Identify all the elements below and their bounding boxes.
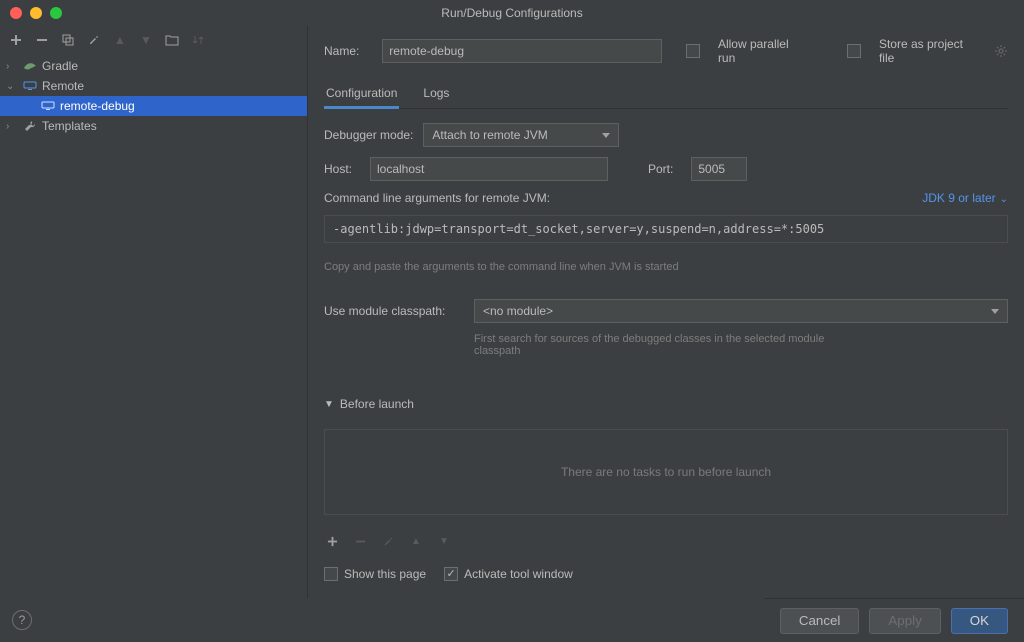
move-up-button[interactable]: ▲ [112,32,128,48]
chevron-down-icon: ⌄ [1000,194,1008,205]
debugger-mode-label: Debugger mode: [324,128,413,142]
activate-tool-checkbox[interactable] [444,567,458,581]
module-label: Use module classpath: [324,304,464,318]
module-value: <no module> [483,304,553,318]
remote-icon [22,78,38,94]
allow-parallel-checkbox[interactable] [686,44,700,58]
task-add-button[interactable] [324,533,340,549]
allow-parallel-label: Allow parallel run [718,37,806,65]
tree-item-remote-debug[interactable]: remote-debug [0,96,307,116]
window-minimize-button[interactable] [30,7,42,19]
ok-button[interactable]: OK [951,608,1008,634]
edit-config-button[interactable] [86,32,102,48]
tree-item-label: Templates [42,119,97,133]
config-tree: › Gradle ⌄ Remote r [0,54,307,598]
chevron-down-icon: ⌄ [6,81,18,92]
activate-tool-label: Activate tool window [464,567,573,581]
before-launch-list: There are no tasks to run before launch [324,429,1008,515]
main-panel: Name: Allow parallel run Store as projec… [308,26,1024,598]
cmdline-hint: Copy and paste the arguments to the comm… [324,261,1008,273]
jdk-version-text: JDK 9 or later [922,191,995,205]
gear-icon[interactable] [994,44,1008,58]
host-label: Host: [324,162,360,176]
apply-button[interactable]: Apply [869,608,940,634]
name-input[interactable] [382,39,662,63]
port-label: Port: [648,162,673,176]
module-hint: First search for sources of the debugged… [474,333,834,357]
debugger-mode-value: Attach to remote JVM [432,128,547,142]
show-page-label: Show this page [344,567,426,581]
move-down-button[interactable]: ▼ [138,32,154,48]
store-file-label: Store as project file [879,37,978,65]
titlebar: Run/Debug Configurations [0,0,1024,26]
cancel-button[interactable]: Cancel [780,608,860,634]
tree-item-templates[interactable]: › Templates [0,116,307,136]
remove-config-button[interactable] [34,32,50,48]
window-close-button[interactable] [10,7,22,19]
tree-item-gradle[interactable]: › Gradle [0,56,307,76]
gradle-icon [22,58,38,74]
debugger-mode-select[interactable]: Attach to remote JVM [423,123,619,147]
show-page-checkbox[interactable] [324,567,338,581]
tree-item-label: Remote [42,79,84,93]
add-config-button[interactable] [8,32,24,48]
module-select[interactable]: <no module> [474,299,1008,323]
tabs: Configuration Logs [324,80,1008,109]
chevron-right-icon: › [6,121,18,132]
help-button[interactable]: ? [12,610,32,630]
chevron-right-icon: › [6,61,18,72]
task-remove-button[interactable] [352,533,368,549]
folder-button[interactable] [164,32,180,48]
name-label: Name: [324,44,370,58]
task-edit-button[interactable] [380,533,396,549]
task-up-button[interactable]: ▲ [408,533,424,549]
sidebar: ▲ ▼ › Gradle ⌄ [0,26,308,598]
tree-item-label: remote-debug [60,99,135,113]
window-zoom-button[interactable] [50,7,62,19]
cmdline-field[interactable]: -agentlib:jdwp=transport=dt_socket,serve… [324,215,1008,243]
cmdline-value: -agentlib:jdwp=transport=dt_socket,serve… [333,222,824,236]
tab-logs[interactable]: Logs [421,80,451,108]
copy-config-button[interactable] [60,32,76,48]
remote-icon [40,98,56,114]
sidebar-toolbar: ▲ ▼ [0,26,307,54]
host-input[interactable] [370,157,608,181]
tab-configuration[interactable]: Configuration [324,80,399,108]
before-launch-empty: There are no tasks to run before launch [561,465,771,479]
store-file-checkbox[interactable] [847,44,861,58]
tree-item-label: Gradle [42,59,78,73]
jdk-version-link[interactable]: JDK 9 or later ⌄ [922,191,1008,205]
tree-item-remote[interactable]: ⌄ Remote [0,76,307,96]
collapse-icon[interactable]: ▼ [324,399,334,410]
window-title: Run/Debug Configurations [10,6,1014,20]
wrench-icon [22,118,38,134]
task-down-button[interactable]: ▼ [436,533,452,549]
port-input[interactable] [691,157,747,181]
before-launch-label: Before launch [340,397,414,411]
cmdline-label: Command line arguments for remote JVM: [324,191,550,205]
sort-button[interactable] [190,32,206,48]
